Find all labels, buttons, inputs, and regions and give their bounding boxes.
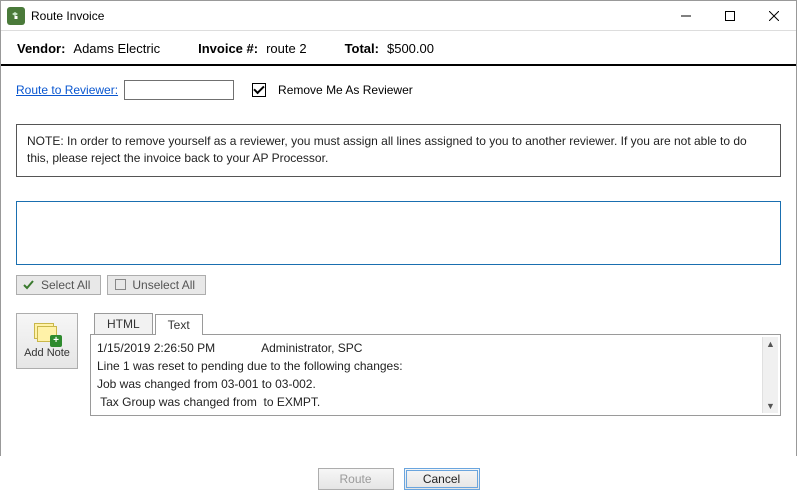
empty-box-icon	[114, 279, 126, 291]
invoice-num-label: Invoice #:	[198, 41, 258, 56]
close-button[interactable]	[752, 1, 796, 31]
vendor-value: Adams Electric	[73, 41, 160, 56]
scrollbar[interactable]: ▲ ▼	[762, 337, 778, 413]
sticky-note-plus-icon: +	[34, 323, 60, 345]
unselect-all-button[interactable]: Unselect All	[107, 275, 206, 295]
maximize-button[interactable]	[708, 1, 752, 31]
check-icon	[23, 279, 35, 291]
invoice-num-value: route 2	[266, 41, 306, 56]
select-all-label: Select All	[41, 278, 90, 292]
scroll-down-icon[interactable]: ▼	[766, 399, 775, 413]
scroll-up-icon[interactable]: ▲	[766, 337, 775, 351]
app-icon	[7, 7, 25, 25]
tab-html[interactable]: HTML	[94, 313, 153, 334]
note-text-area[interactable]: 1/15/2019 2:26:50 PM Administrator, SPC …	[90, 334, 781, 416]
route-to-reviewer-input[interactable]	[124, 80, 234, 100]
tab-text[interactable]: Text	[155, 314, 203, 335]
lines-list[interactable]	[16, 201, 781, 265]
select-all-button[interactable]: Select All	[16, 275, 101, 295]
route-to-reviewer-link[interactable]: Route to Reviewer:	[16, 83, 118, 97]
titlebar: Route Invoice	[1, 1, 796, 31]
add-note-button[interactable]: + Add Note	[16, 313, 78, 369]
vendor-label: Vendor:	[17, 41, 65, 56]
cancel-button[interactable]: Cancel	[404, 468, 480, 490]
add-note-label: Add Note	[24, 347, 70, 359]
window-title: Route Invoice	[31, 9, 104, 23]
instruction-note: NOTE: In order to remove yourself as a r…	[16, 124, 781, 177]
note-text-content: 1/15/2019 2:26:50 PM Administrator, SPC …	[97, 339, 760, 411]
unselect-all-label: Unselect All	[132, 278, 195, 292]
header-info: Vendor: Adams Electric Invoice #: route …	[1, 31, 796, 64]
remove-me-checkbox[interactable]	[252, 83, 266, 97]
minimize-button[interactable]	[664, 1, 708, 31]
footer-buttons: Route Cancel	[0, 456, 797, 502]
total-label: Total:	[345, 41, 379, 56]
route-row: Route to Reviewer: Remove Me As Reviewer	[16, 80, 781, 100]
route-button[interactable]: Route	[318, 468, 394, 490]
total-value: $500.00	[387, 41, 434, 56]
remove-me-label: Remove Me As Reviewer	[278, 83, 413, 97]
